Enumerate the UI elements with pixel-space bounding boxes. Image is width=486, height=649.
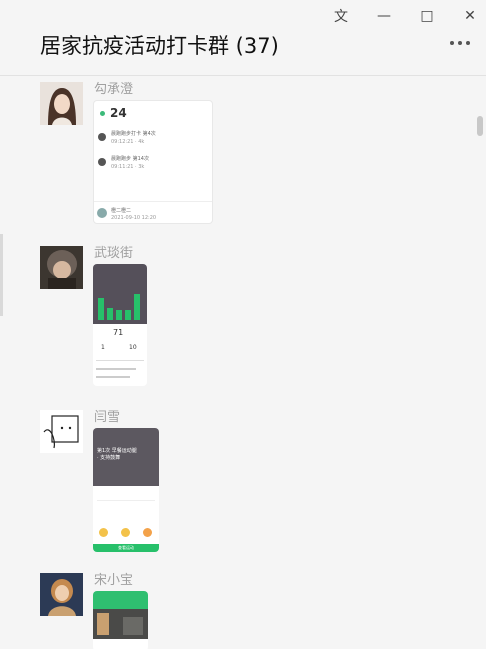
image-message[interactable]: 71 1 10 (93, 264, 147, 386)
avatar[interactable] (40, 246, 83, 289)
message-list[interactable]: 勾承澄 24 晨跑跑步打卡 第4次 09:12:21 · 4k 晨跑跑步 第14… (0, 76, 486, 649)
more-options-icon[interactable] (450, 41, 470, 45)
image-message[interactable]: 第1次 早餐运动腿 · 支持鼓舞 查看运动 (93, 428, 159, 552)
left-border (0, 234, 3, 316)
avatar[interactable] (40, 82, 83, 125)
card-stat: 10 (129, 344, 137, 351)
avatar[interactable] (40, 410, 83, 453)
card-item-title: 晨跑跑步打卡 第4次 (111, 131, 156, 137)
scrollbar[interactable] (477, 116, 483, 136)
card-item-sub: 09:12:21 · 4k (111, 139, 145, 145)
minimize-icon[interactable]: — (370, 6, 398, 26)
sender-name: 宋小宝 (94, 573, 134, 588)
card-number: 24 (110, 106, 127, 120)
card-headline: 第1次 早餐运动腿 · 支持鼓舞 (97, 448, 137, 461)
image-message[interactable]: 24 晨跑跑步打卡 第4次 09:12:21 · 4k 晨跑跑步 第14次 09… (93, 100, 213, 224)
card-item-title: 晨跑跑步 第14次 (111, 156, 149, 162)
pin-icon[interactable]: ⽂ (327, 6, 355, 26)
card-action-button: 查看运动 (93, 544, 159, 552)
sender-name: 闫雪 (94, 410, 121, 425)
sender-name: 勾承澄 (94, 82, 134, 97)
title-bar: ⽂ — □ ✕ 居家抗疫活动打卡群 (37) (0, 0, 486, 76)
avatar[interactable] (40, 573, 83, 616)
chat-title: 居家抗疫活动打卡群 (37) (40, 34, 279, 58)
card-footer-name: 橙二橙二 (111, 208, 132, 214)
maximize-icon[interactable]: □ (413, 6, 441, 26)
card-footer-sub: 2021-09-10 12:20 (111, 215, 157, 221)
close-icon[interactable]: ✕ (456, 6, 484, 26)
card-stat: 71 (113, 328, 124, 337)
card-item-sub: 09:11:21 · 3k (111, 164, 145, 170)
image-message[interactable] (93, 591, 148, 649)
sender-name: 武琰街 (94, 246, 134, 261)
card-stat: 1 (101, 344, 105, 351)
